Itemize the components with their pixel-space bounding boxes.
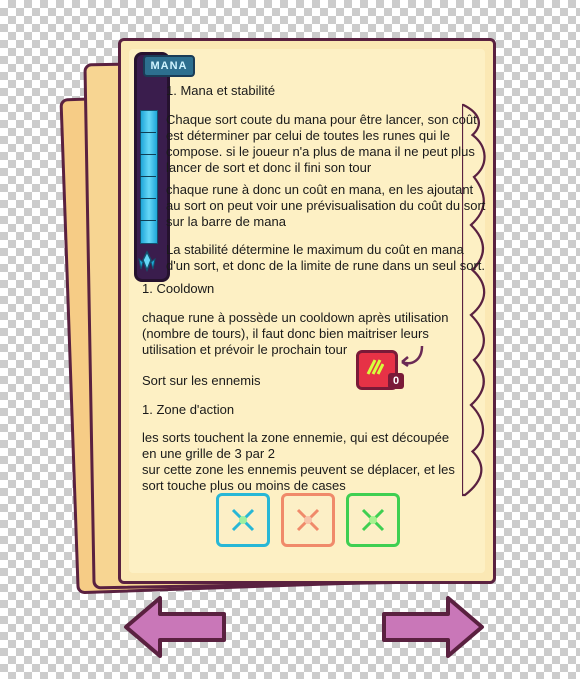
arrow-right-icon[interactable] — [378, 592, 488, 662]
curved-arrow-icon — [401, 345, 424, 368]
section-title-mana: 1. Mana et stabilité — [166, 83, 276, 98]
paragraph-action-zone: les sorts touchent la zone ennemie, qui … — [142, 430, 455, 493]
paragraph-mana-cost: Chaque sort coute du mana pour être lanc… — [166, 112, 477, 175]
mana-tick — [140, 198, 156, 199]
mana-tick — [140, 154, 156, 155]
zone-icon-3 — [346, 493, 400, 547]
mana-tick — [140, 220, 156, 221]
mana-tick — [140, 176, 156, 177]
cooldown-count-badge: 0 — [388, 373, 404, 389]
paragraph-rune-cost: chaque rune à donc un coût en mana, en l… — [166, 182, 486, 229]
paragraph-stability: La stabilité détermine le maximum du coû… — [166, 242, 486, 273]
zone-icon-2 — [281, 493, 335, 547]
arrow-left-icon[interactable] — [120, 592, 230, 662]
crossed-arrows-icon — [231, 508, 255, 532]
section-title-cooldown: 1. Cooldown — [142, 281, 215, 296]
slash-icon — [366, 359, 384, 375]
crossed-arrows-icon — [296, 508, 320, 532]
mana-label: MANA — [143, 55, 195, 77]
mana-tick — [140, 132, 156, 133]
mana-fill — [140, 110, 158, 244]
crystal-icon — [138, 250, 156, 272]
section-title-enemy-spells: Sort sur les ennemis — [142, 373, 261, 388]
zone-icon-1 — [216, 493, 270, 547]
section-title-action-zone: 1. Zone d'action — [142, 402, 235, 417]
crossed-arrows-icon — [361, 508, 385, 532]
